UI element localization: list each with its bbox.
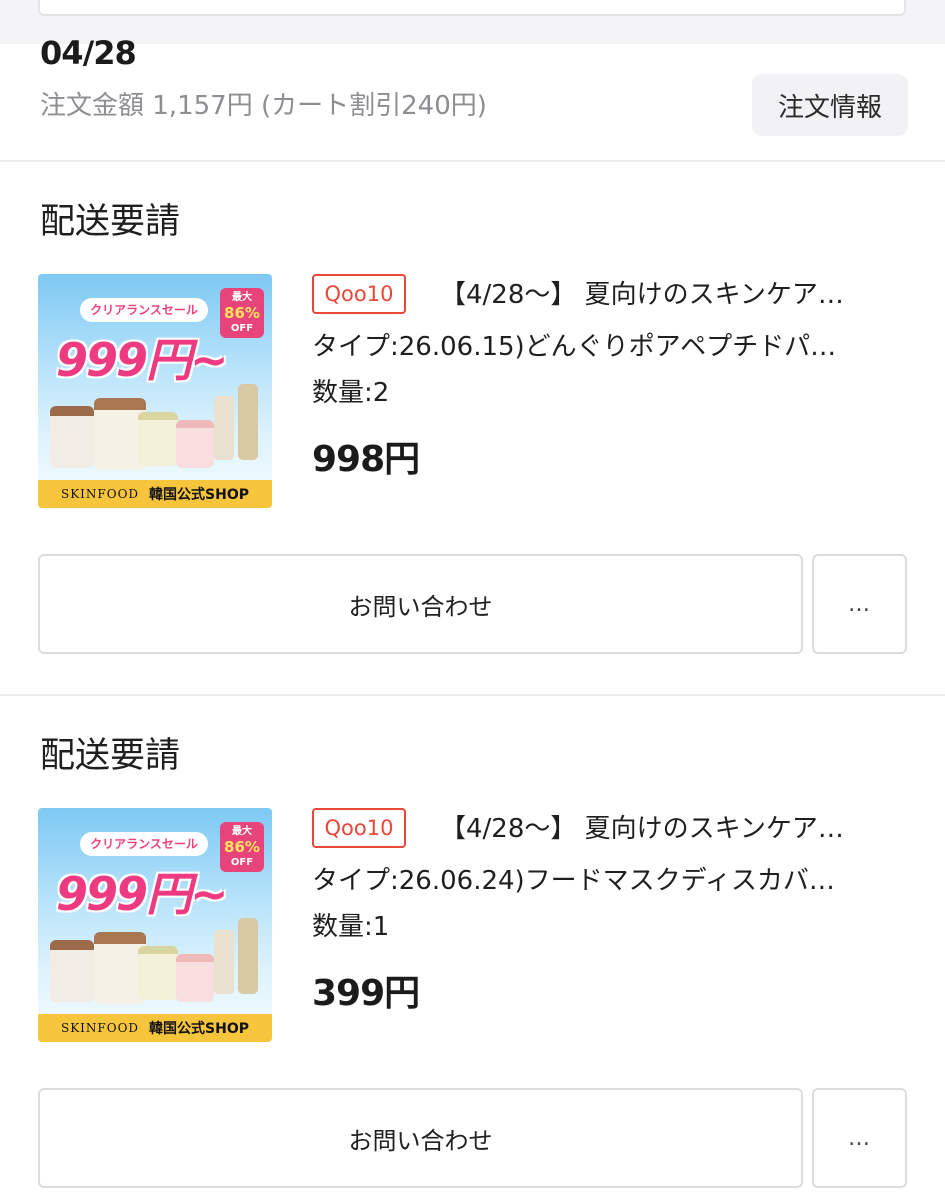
previous-order-card	[38, 0, 906, 16]
product-bottle-illustration	[238, 918, 258, 994]
order-item-section: 配送要請 クリアランスセール 最大 86% OFF 999円~ SKINFOOD…	[0, 698, 945, 1200]
shop-tag: Qoo10	[312, 274, 406, 314]
inquiry-button[interactable]: お問い合わせ	[38, 1088, 803, 1188]
product-price: 998円	[312, 439, 420, 480]
discount-percent: 86%	[224, 838, 260, 856]
section-divider	[0, 160, 945, 162]
banner-bottom-bar: SKINFOOD 韓国公式SHOP	[38, 1014, 272, 1042]
discount-percent: 86%	[224, 304, 260, 322]
order-item-section: 配送要請 クリアランスセール 最大 86% OFF 999円~ SKINFOOD…	[0, 164, 945, 694]
delivery-status-title: 配送要請	[40, 736, 181, 776]
discount-max-label: 最大	[232, 826, 252, 837]
product-quantity: 数量:2	[312, 378, 390, 408]
product-option: タイプ:26.06.24)フードマスクディスカバ…	[312, 866, 835, 896]
order-amount-text: 注文金額 1,157円 (カート割引240円)	[40, 91, 487, 121]
order-info-button[interactable]: 注文情報	[752, 74, 908, 136]
banner-bottom-bar: SKINFOOD 韓国公式SHOP	[38, 480, 272, 508]
discount-max-label: 最大	[232, 292, 252, 303]
product-jar-illustration	[138, 946, 178, 1000]
brand-name: SKINFOOD	[60, 487, 140, 501]
sale-ribbon: クリアランスセール	[80, 298, 208, 322]
delivery-status-title: 配送要請	[40, 202, 181, 242]
banner-price: 999円~	[56, 867, 229, 921]
shop-label: 韓国公式SHOP	[149, 487, 250, 503]
more-options-button[interactable]: …	[812, 1088, 907, 1188]
product-jar-illustration	[138, 412, 178, 466]
product-title[interactable]: 【4/28〜】 夏向けのスキンケア…	[440, 276, 900, 314]
shop-tag: Qoo10	[312, 808, 406, 848]
more-options-button[interactable]: …	[812, 554, 907, 654]
banner-price: 999円~	[56, 333, 229, 387]
product-jar-illustration	[50, 406, 94, 468]
shop-label: 韓国公式SHOP	[149, 1021, 250, 1037]
product-tube-illustration	[214, 396, 234, 460]
product-quantity: 数量:1	[312, 912, 390, 942]
product-option: タイプ:26.06.15)どんぐりポアペプチドパ…	[312, 332, 837, 362]
product-jar-illustration	[176, 420, 214, 468]
product-jar-illustration	[176, 954, 214, 1002]
product-image[interactable]: クリアランスセール 最大 86% OFF 999円~ SKINFOOD 韓国公式…	[38, 808, 272, 1042]
sale-ribbon: クリアランスセール	[80, 832, 208, 856]
product-image[interactable]: クリアランスセール 最大 86% OFF 999円~ SKINFOOD 韓国公式…	[38, 274, 272, 508]
product-price: 399円	[312, 973, 420, 1014]
order-date: 04/28	[40, 36, 136, 66]
product-bottle-illustration	[238, 384, 258, 460]
product-tube-illustration	[214, 930, 234, 994]
inquiry-button[interactable]: お問い合わせ	[38, 554, 803, 654]
product-jar-illustration	[50, 940, 94, 1002]
product-title[interactable]: 【4/28〜】 夏向けのスキンケア…	[440, 810, 900, 848]
section-divider	[0, 694, 945, 696]
brand-name: SKINFOOD	[60, 1021, 140, 1035]
